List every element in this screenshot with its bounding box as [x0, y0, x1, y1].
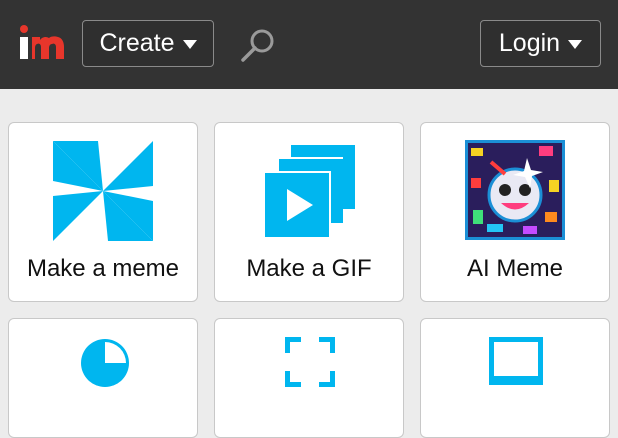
chevron-down-icon	[182, 40, 197, 49]
top-navbar: Create Login	[0, 0, 618, 89]
ai-meme-tile[interactable]: AI Meme	[420, 122, 610, 302]
make-a-meme-tile[interactable]: Make a meme	[8, 122, 198, 302]
crop-frame-icon	[285, 337, 335, 387]
tile-label: Make a meme	[26, 255, 180, 282]
make-a-gif-tile[interactable]: Make a GIF	[214, 122, 404, 302]
create-label: Create	[99, 29, 175, 57]
tile-label: Make a GIF	[246, 255, 372, 282]
ai-robot-image	[465, 140, 565, 240]
create-dropdown-button[interactable]: Create	[82, 20, 214, 67]
chevron-down-icon	[568, 40, 583, 49]
login-label: Login	[498, 29, 561, 57]
gif-stack-icon	[263, 145, 355, 239]
tile-label: AI Meme	[466, 255, 564, 282]
imgflip-logo[interactable]	[16, 25, 66, 65]
chart-maker-tile[interactable]	[8, 318, 198, 438]
pinwheel-icon	[53, 141, 153, 241]
monitor-icon	[489, 337, 543, 385]
search-icon[interactable]	[238, 26, 278, 66]
login-dropdown-button[interactable]: Login	[480, 20, 601, 67]
crop-tile[interactable]	[214, 318, 404, 438]
screen-tile[interactable]	[420, 318, 610, 438]
pie-chart-icon	[81, 339, 129, 387]
